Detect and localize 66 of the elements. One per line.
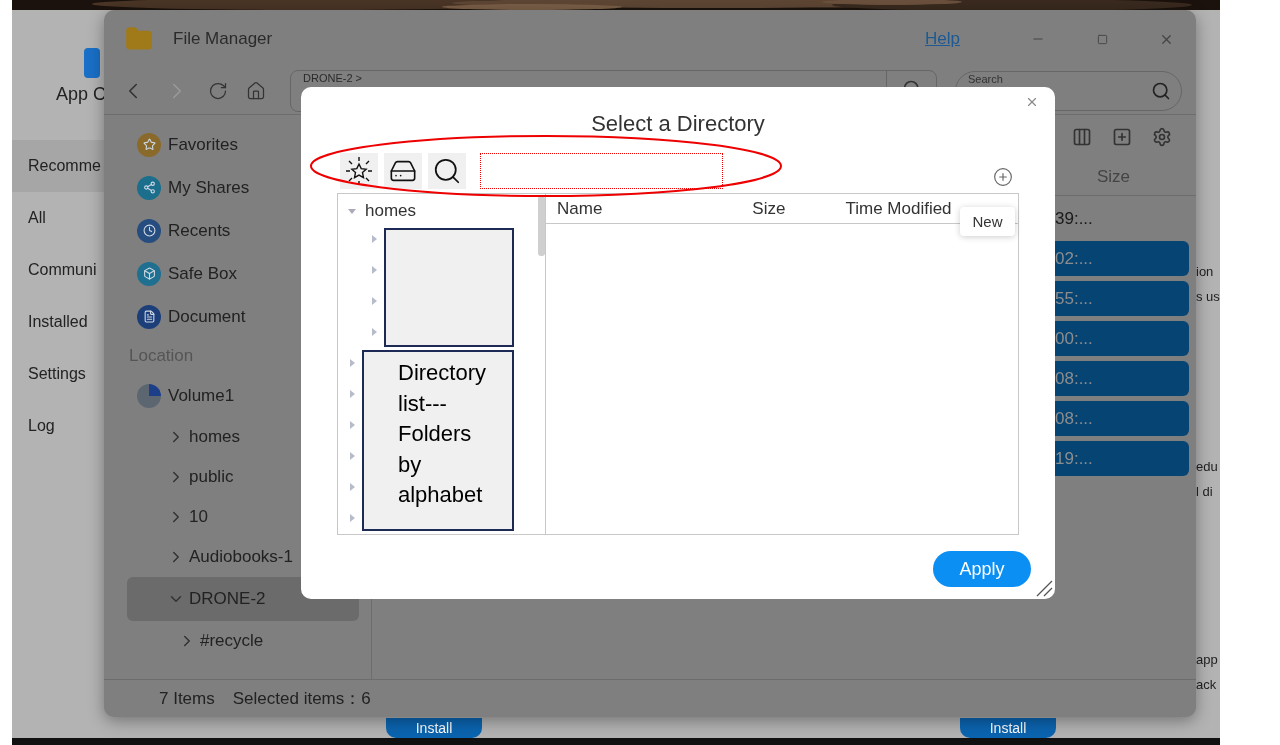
folder-icon: [125, 25, 153, 53]
tree-item[interactable]: homes: [365, 200, 417, 221]
description-text: ack: [1196, 676, 1218, 694]
sidebar-item[interactable]: Recents: [168, 220, 231, 241]
collapsed-arrow-icon[interactable]: [347, 482, 357, 493]
columns-icon[interactable]: [1072, 127, 1092, 147]
folder-label[interactable]: Audiobooks-1: [189, 547, 293, 567]
folder-row[interactable]: Audiobooks-1: [127, 537, 359, 577]
collapsed-arrow-icon[interactable]: [347, 451, 357, 462]
description-text: l di: [1196, 483, 1214, 501]
search-icon[interactable]: [428, 153, 466, 189]
sidebar-item[interactable]: Favorites: [168, 134, 238, 155]
document-icon: [137, 304, 161, 329]
collapsed-arrow-icon[interactable]: [347, 420, 357, 431]
clock-icon: [137, 218, 161, 243]
install-button[interactable]: Install: [960, 718, 1056, 738]
annotation-note: Directory list--- Folders by alphabet: [362, 350, 514, 531]
sidebar-item[interactable]: Document: [168, 306, 246, 327]
collapsed-arrow-icon[interactable]: [347, 389, 357, 400]
new-folder-icon[interactable]: [993, 167, 1013, 187]
install-button[interactable]: Install: [386, 718, 482, 738]
collapsed-arrow-icon[interactable]: [369, 265, 379, 276]
sidebar-item[interactable]: Safe Box: [168, 263, 237, 284]
home-icon[interactable]: [246, 81, 266, 101]
sidebar-item[interactable]: Volume1: [168, 385, 235, 406]
folder-row[interactable]: 10: [127, 497, 359, 537]
apply-button[interactable]: Apply: [933, 551, 1031, 587]
folder-row[interactable]: homes: [127, 417, 359, 457]
refresh-icon[interactable]: [208, 81, 228, 101]
resize-grip-icon[interactable]: [1035, 579, 1053, 597]
description-text: s us: [1196, 288, 1220, 306]
selected-count: Selected items：6: [232, 688, 371, 710]
column-header[interactable]: Size: [752, 198, 786, 219]
path-input[interactable]: [480, 153, 723, 189]
folder-label[interactable]: 10: [189, 507, 208, 527]
column-header[interactable]: Name: [557, 198, 603, 219]
column-header[interactable]: Size: [1096, 167, 1130, 187]
share-icon: [137, 175, 161, 200]
collapsed-arrow-icon[interactable]: [369, 296, 379, 307]
pie-icon: [137, 383, 161, 408]
description-text: edu: [1196, 458, 1219, 476]
item-count: 7 Items: [159, 688, 215, 709]
column-header[interactable]: Time Modified: [845, 198, 952, 219]
collapsed-arrow-icon[interactable]: [369, 234, 379, 244]
collapsed-arrow-icon[interactable]: [347, 513, 357, 524]
close-icon[interactable]: [1025, 95, 1039, 109]
folder-label[interactable]: #recycle: [200, 631, 264, 651]
folder-row[interactable]: public: [127, 457, 359, 497]
add-icon[interactable]: [1112, 127, 1132, 147]
scrollbar[interactable]: [538, 196, 545, 256]
collapsed-arrow-icon[interactable]: [347, 358, 357, 369]
description-text: ion: [1196, 263, 1215, 281]
description-text: app: [1196, 651, 1219, 669]
dialog-title: Select a Directory: [591, 111, 765, 137]
cube-icon: [137, 261, 161, 286]
settings-icon[interactable]: [1152, 127, 1172, 147]
folder-label[interactable]: public: [189, 467, 234, 487]
folder-label[interactable]: DRONE-2: [189, 589, 266, 609]
collapsed-arrow-icon[interactable]: [369, 327, 379, 338]
sidebar-item[interactable]: My Shares: [168, 177, 250, 198]
drive-icon[interactable]: [384, 153, 422, 189]
window-title: File Manager: [173, 29, 274, 49]
app-center-icon: [84, 48, 100, 78]
tooltip: New: [960, 207, 1015, 236]
folder-label[interactable]: homes: [189, 427, 241, 447]
folder-row[interactable]: #recycle: [127, 621, 359, 661]
